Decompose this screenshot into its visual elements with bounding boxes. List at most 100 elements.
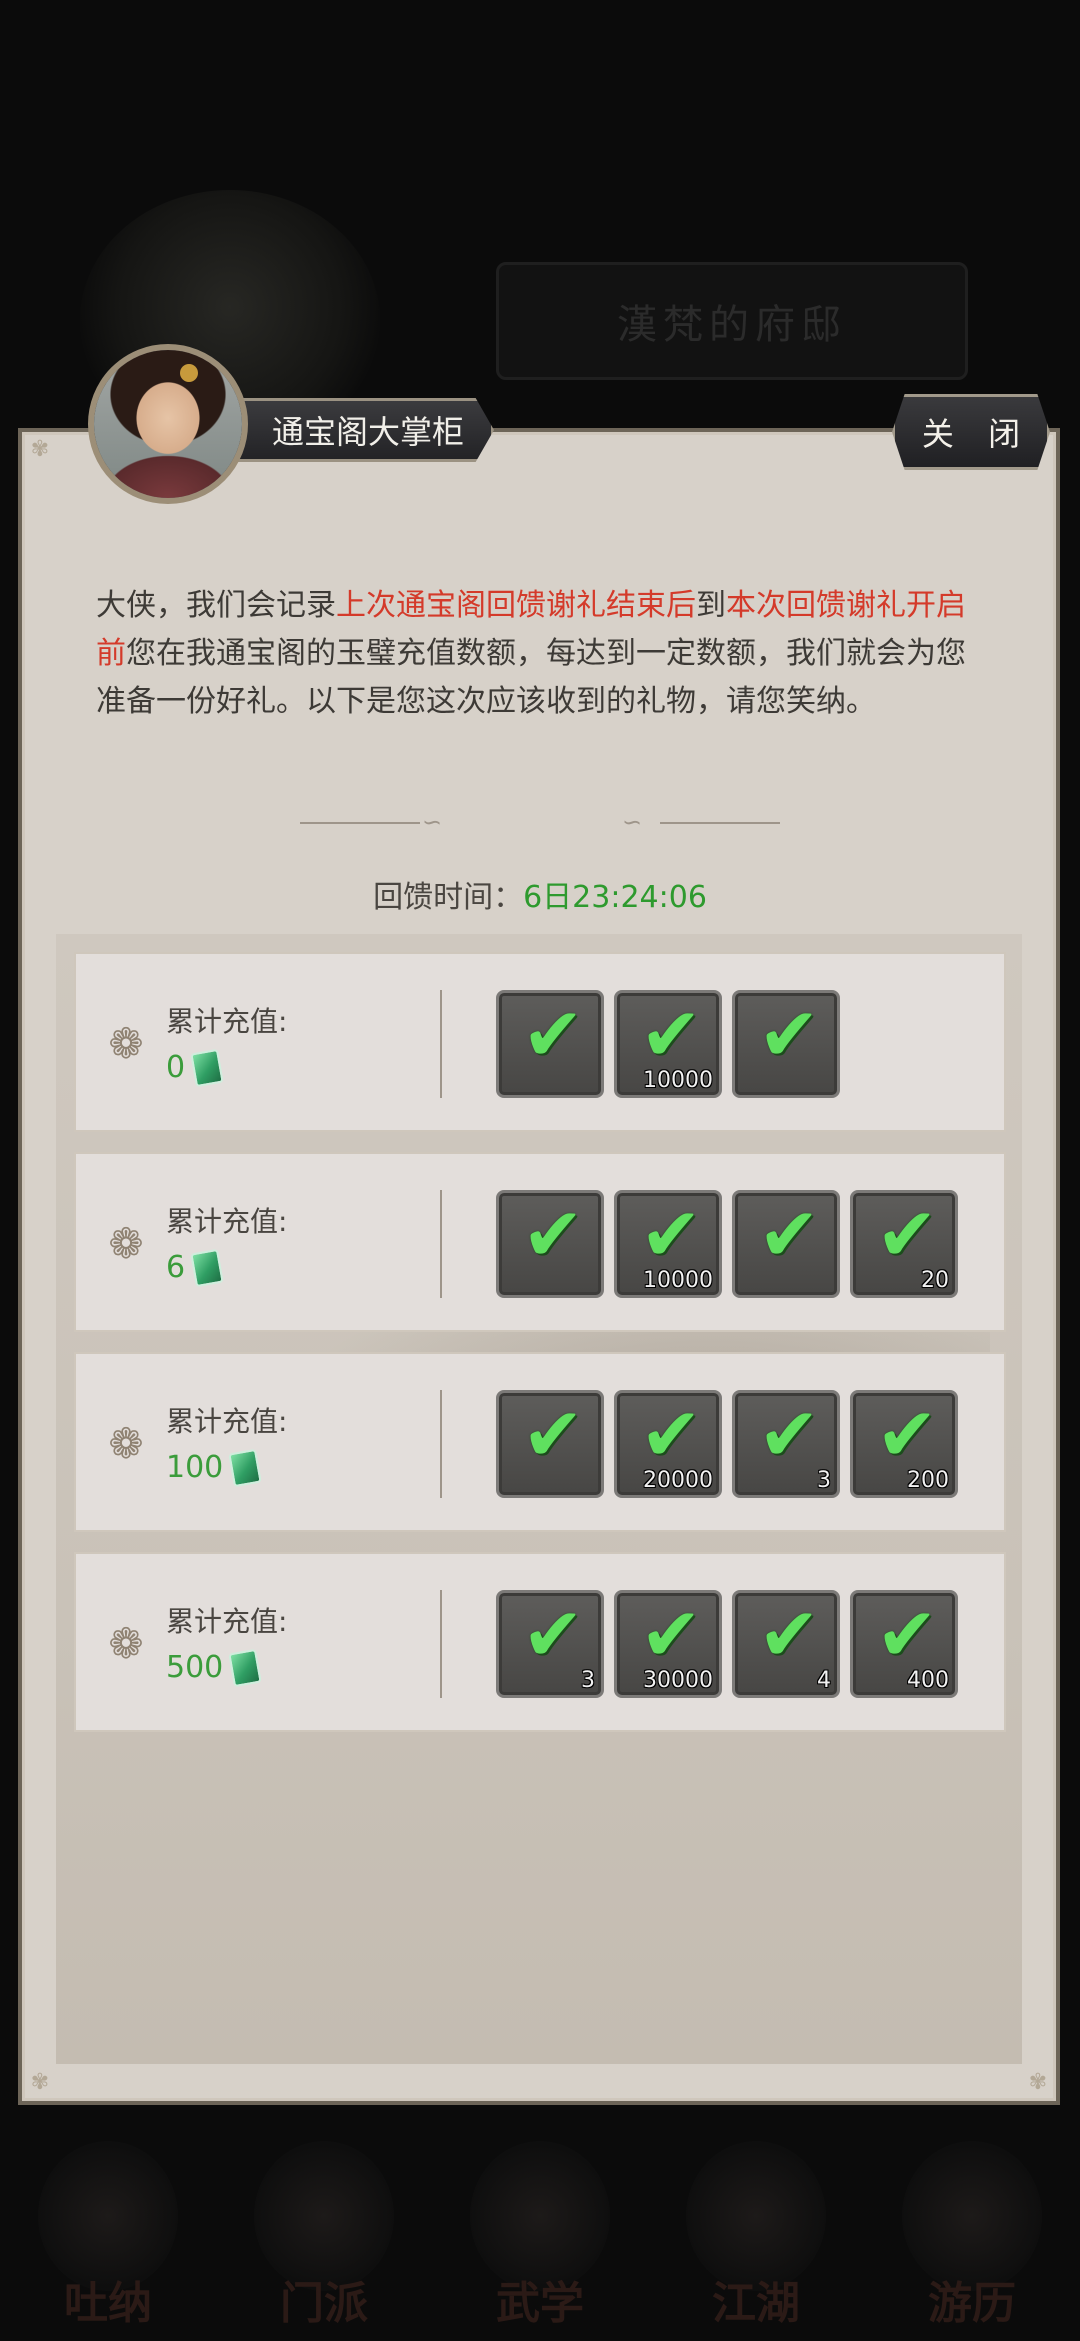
jade-icon [190, 1248, 224, 1287]
npc-portrait [94, 350, 242, 498]
corner-ornament: ✾ [1028, 2070, 1048, 2095]
desc-part: 您在我通宝阁的玉璧充值数额，每达到一定数额，我们就会为您准备一份好礼。以下是您这… [96, 636, 966, 719]
jade-icon [228, 1648, 263, 1687]
item-qty: 400 [907, 1668, 949, 1693]
check-icon: ✔ [639, 992, 702, 1078]
row-separator [440, 990, 442, 1098]
npc-avatar [88, 344, 248, 504]
item-qty: 30000 [643, 1668, 713, 1693]
check-icon: ✔ [757, 1392, 820, 1478]
check-icon: ✔ [639, 1192, 702, 1278]
reward-item[interactable]: ✔ [732, 1190, 840, 1298]
item-qty: 10000 [643, 1068, 713, 1093]
nav-label: 吐纳 [64, 2278, 152, 2329]
divider-line [660, 822, 780, 824]
desc-part: 大侠，我们会记录 [96, 588, 336, 623]
jade-icon [228, 1448, 263, 1487]
reward-items: ✔ ✔ 10000 ✔ [496, 990, 840, 1098]
check-icon: ✔ [521, 1592, 584, 1678]
amount-value: 6 [166, 1250, 186, 1285]
reward-item[interactable]: ✔ 3 [496, 1590, 604, 1698]
divider-ornament: ∽ [622, 808, 643, 836]
check-icon: ✔ [757, 992, 820, 1078]
nav-menpai: 门派 [239, 2131, 409, 2331]
row-separator [440, 1390, 442, 1498]
corner-ornament: ✾ [30, 2070, 50, 2095]
check-icon: ✔ [639, 1392, 702, 1478]
recharge-label: 累计充值: [166, 1205, 288, 1238]
desc-highlight: 上次通宝阁回馈谢礼结束后 [336, 588, 696, 623]
bottom-nav: 吐纳 门派 武学 江湖 游历 [0, 2110, 1080, 2341]
reward-item[interactable]: ✔ [496, 1190, 604, 1298]
nav-label: 门派 [280, 2278, 368, 2329]
reward-item[interactable]: ✔ 20000 [614, 1390, 722, 1498]
row-separator [440, 1190, 442, 1298]
item-qty: 20 [921, 1268, 949, 1293]
divider-ornament: ∽ [422, 808, 443, 836]
reward-item[interactable]: ✔ [496, 990, 604, 1098]
location-title: 漢梵的府邸 [496, 262, 968, 380]
check-icon: ✔ [521, 992, 584, 1078]
check-icon: ✔ [757, 1192, 820, 1278]
row-separator [440, 1590, 442, 1698]
desc-part: 到 [696, 588, 726, 623]
check-icon: ✔ [875, 1192, 938, 1278]
recharge-amount: 500 [166, 1648, 263, 1687]
check-icon: ✔ [639, 1592, 702, 1678]
check-icon: ✔ [875, 1392, 938, 1478]
corner-ornament: ✾ [30, 437, 50, 462]
reward-item[interactable]: ✔ 400 [850, 1590, 958, 1698]
recharge-label: 累计充值: [166, 1405, 288, 1438]
flower-icon: ❁ [108, 1019, 144, 1068]
flower-icon: ❁ [108, 1219, 144, 1268]
jade-icon [190, 1048, 224, 1087]
amount-value: 500 [166, 1650, 224, 1685]
reward-item[interactable]: ✔ 4 [732, 1590, 840, 1698]
tier-row: ❁ 累计充值: 6 ✔ ✔ 10000 ✔ ✔ 20 [74, 1152, 1006, 1332]
item-qty: 3 [581, 1668, 595, 1693]
reward-item[interactable]: ✔ 10000 [614, 1190, 722, 1298]
reward-item[interactable]: ✔ 10000 [614, 990, 722, 1098]
item-qty: 4 [817, 1668, 831, 1693]
check-icon: ✔ [875, 1592, 938, 1678]
flower-icon: ❁ [108, 1619, 144, 1668]
reward-item[interactable]: ✔ [732, 990, 840, 1098]
nav-jianghu: 江湖 [671, 2131, 841, 2331]
divider-line [300, 822, 420, 824]
flower-icon: ❁ [108, 1419, 144, 1468]
nav-tuna: 吐纳 [23, 2131, 193, 2331]
check-icon: ✔ [521, 1192, 584, 1278]
reward-item[interactable]: ✔ 200 [850, 1390, 958, 1498]
check-icon: ✔ [521, 1392, 584, 1478]
npc-name: 通宝阁大掌柜 [232, 398, 494, 462]
tier-row: ❁ 累计充值: 500 ✔ 3 ✔ 30000 ✔ 4 ✔ 400 [74, 1552, 1006, 1732]
recharge-amount: 0 [166, 1048, 224, 1087]
reward-item[interactable]: ✔ 20 [850, 1190, 958, 1298]
reward-item[interactable]: ✔ 3 [732, 1390, 840, 1498]
nav-wuxue: 武学 [455, 2131, 625, 2331]
nav-youli: 游历 [887, 2131, 1057, 2331]
reward-items: ✔ 3 ✔ 30000 ✔ 4 ✔ 400 [496, 1590, 958, 1698]
recharge-label: 累计充值: [166, 1605, 288, 1638]
reward-items: ✔ ✔ 10000 ✔ ✔ 20 [496, 1190, 958, 1298]
amount-value: 100 [166, 1450, 224, 1485]
item-qty: 3 [817, 1468, 831, 1493]
recharge-label: 累计充值: [166, 1005, 288, 1038]
check-icon: ✔ [757, 1592, 820, 1678]
feedback-timer: 回馈时间：6日23:24:06 [0, 872, 1080, 916]
close-button[interactable]: 关 闭 [892, 394, 1050, 470]
recharge-amount: 100 [166, 1448, 263, 1487]
description-text: 大侠，我们会记录上次通宝阁回馈谢礼结束后到本次回馈谢礼开启前您在我通宝阁的玉璧充… [96, 582, 986, 726]
tier-list: ❁ 累计充值: 0 ✔ ✔ 10000 ✔ ❁ 累计充值: 6 ✔ ✔ 10000 … [74, 952, 1006, 1752]
reward-item[interactable]: ✔ 30000 [614, 1590, 722, 1698]
amount-value: 0 [166, 1050, 186, 1085]
timer-label: 回馈时间： [373, 880, 524, 915]
nav-label: 游历 [928, 2278, 1016, 2329]
item-qty: 200 [907, 1468, 949, 1493]
nav-label: 武学 [496, 2278, 584, 2329]
reward-item[interactable]: ✔ [496, 1390, 604, 1498]
reward-items: ✔ ✔ 20000 ✔ 3 ✔ 200 [496, 1390, 958, 1498]
item-qty: 10000 [643, 1268, 713, 1293]
recharge-amount: 6 [166, 1248, 224, 1287]
nav-label: 江湖 [712, 2278, 800, 2329]
